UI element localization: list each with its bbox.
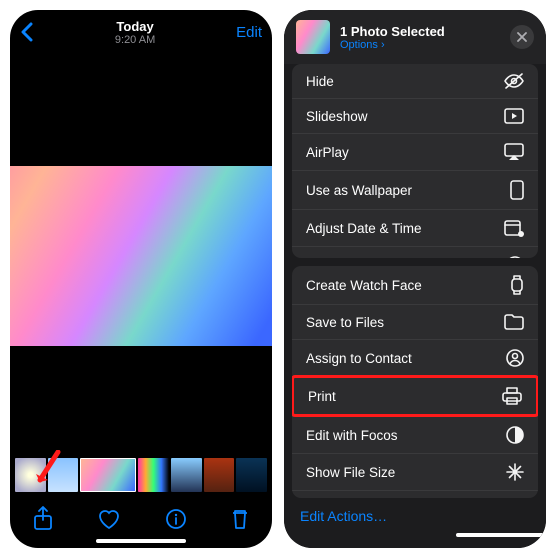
thumbnail[interactable] [48,458,79,492]
action-label: Hide [306,74,334,89]
edit-button[interactable]: Edit [236,24,262,41]
action-row-slideshow[interactable]: Slideshow [292,98,538,133]
folder-icon [504,314,524,330]
share-icon[interactable] [32,506,54,532]
action-row-adjust-date-time[interactable]: Adjust Date & Time [292,209,538,246]
action-label: Print [308,389,336,404]
thumbnail-selected[interactable] [80,458,136,492]
info-icon[interactable] [165,508,187,530]
photos-viewer-screen: Today 9:20 AM Edit [10,10,272,548]
edit-actions-link[interactable]: Edit Actions… [284,498,546,538]
thumbnail[interactable] [138,458,169,492]
action-row-create-watch-face[interactable]: Create Watch Face [292,266,538,304]
trash-icon[interactable] [230,507,250,531]
share-sheet-options-link[interactable]: Options › [340,39,500,51]
action-row-print[interactable]: Print [292,375,538,417]
action-group-more: Create Watch Face Save to Files Assign to … [292,266,538,498]
calendar-badge-icon [504,219,524,237]
action-row-assign-to-contact[interactable]: Assign to Contact [292,339,538,376]
watch-icon [510,275,524,295]
action-label: Use as Wallpaper [306,183,412,198]
action-label: Save to Files [306,315,384,330]
action-list: Hide Slideshow AirPlay Use as Wallpaper Adju… [284,64,546,498]
share-sheet-header: 1 Photo Selected Options › [284,10,546,64]
close-button[interactable] [510,25,534,49]
action-label: Create Watch Face [306,278,422,293]
person-circle-icon [506,349,524,367]
airplay-icon [504,143,524,161]
eye-slash-icon [504,73,524,89]
action-label: Edit with Focos [306,428,398,443]
share-sheet-title: 1 Photo Selected [340,24,500,39]
play-rectangle-icon [504,108,524,124]
action-row-airplay[interactable]: AirPlay [292,133,538,170]
action-label: Show File Size [306,465,395,480]
moon-icon [506,426,524,444]
photo-canvas[interactable] [10,54,272,458]
thumbnail-strip[interactable] [10,458,272,496]
heart-icon[interactable] [97,508,121,530]
share-sheet: 1 Photo Selected Options › Hide Slideshow… [284,10,546,548]
action-label: Assign to Contact [306,351,412,366]
thumbnail[interactable] [15,458,46,492]
sparkle-icon [506,463,524,481]
action-row-smd-3-5-8[interactable]: SMD 3.5.8 [292,490,538,498]
nav-title-block: Today 9:20 AM [115,19,155,46]
phone-icon [510,180,524,200]
home-indicator [456,533,546,537]
thumbnail[interactable] [204,458,235,492]
action-row-use-as-wallpaper[interactable]: Use as Wallpaper [292,170,538,209]
action-row-adjust-location[interactable]: Adjust Location [292,246,538,258]
share-sheet-thumbnail [296,20,330,54]
action-row-save-to-files[interactable]: Save to Files [292,304,538,339]
printer-icon [502,387,522,405]
action-row-edit-with-focos[interactable]: Edit with Focos [292,416,538,453]
displayed-photo [10,166,272,346]
action-row-hide[interactable]: Hide [292,64,538,98]
bottom-toolbar [10,496,272,548]
nav-bar: Today 9:20 AM Edit [10,10,272,54]
info-circle-icon [506,256,524,258]
back-button[interactable] [20,22,34,42]
action-label: AirPlay [306,145,349,160]
action-label: Adjust Date & Time [306,221,422,236]
action-label: Adjust Location [306,258,398,259]
share-sheet-screen: 1 Photo Selected Options › Hide Slideshow… [284,10,546,548]
action-label: Slideshow [306,109,368,124]
action-group-system: Hide Slideshow AirPlay Use as Wallpaper Adju… [292,64,538,258]
thumbnail[interactable] [171,458,202,492]
nav-subtitle: 9:20 AM [115,34,155,46]
thumbnail[interactable] [236,458,267,492]
nav-title: Today [115,19,155,34]
action-row-show-file-size[interactable]: Show File Size [292,453,538,490]
home-indicator [96,539,186,543]
